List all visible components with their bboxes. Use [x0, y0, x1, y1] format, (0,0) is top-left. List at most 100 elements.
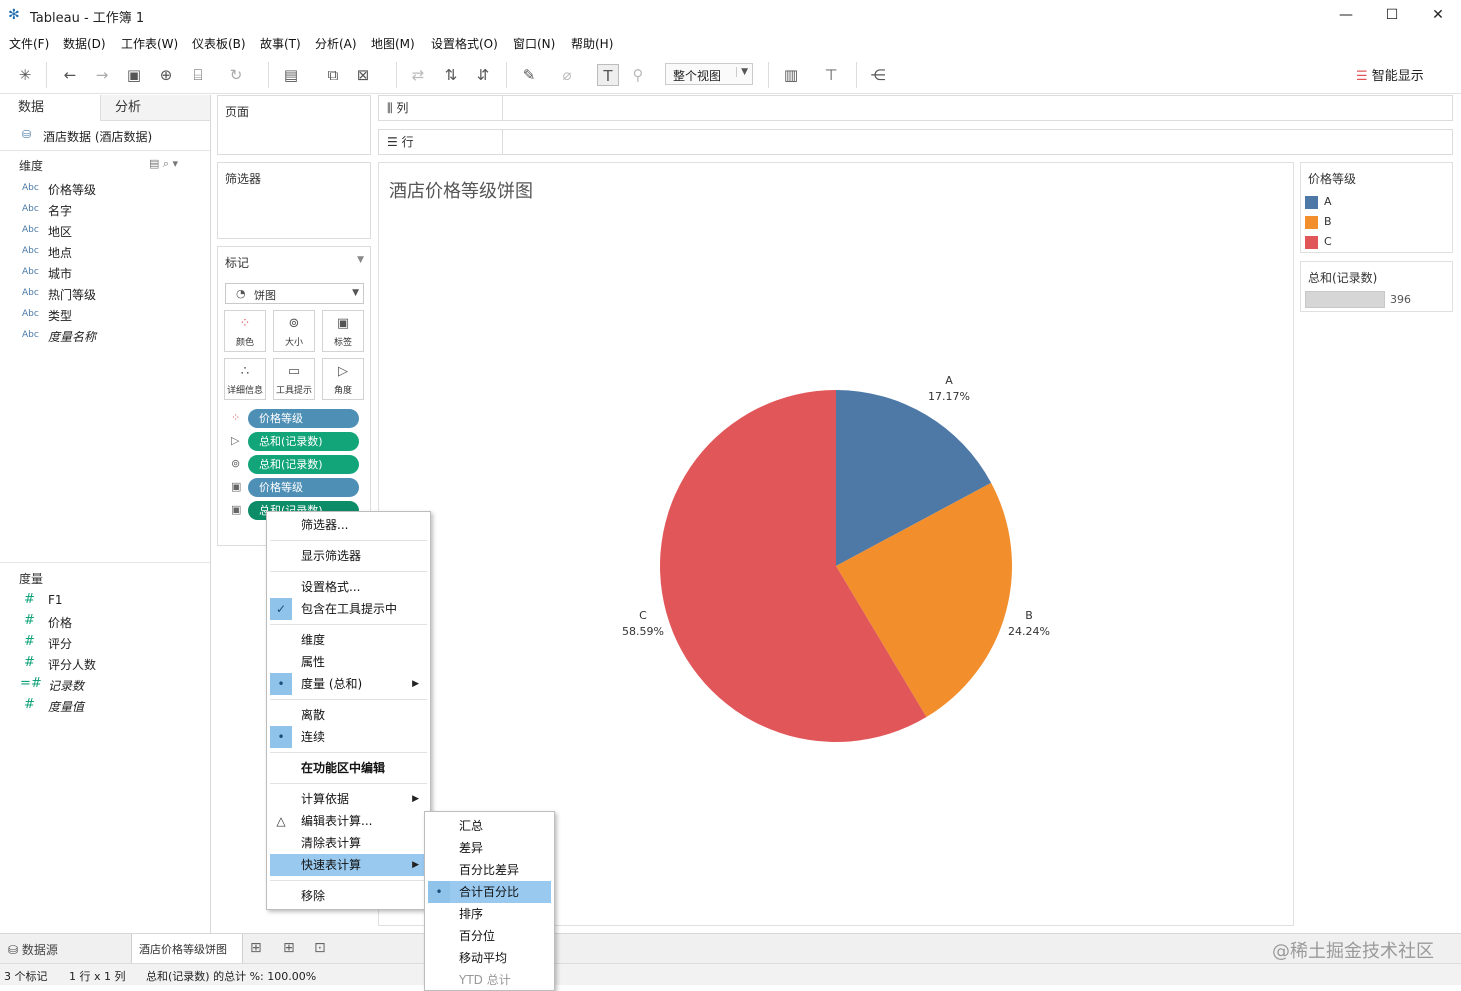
submenu-item[interactable]: 排序 — [428, 903, 551, 925]
menu-data[interactable]: 数据(D) — [63, 35, 106, 52]
menu-dashboard[interactable]: 仪表板(B) — [192, 35, 246, 52]
chevron-down-icon[interactable]: ▼ — [357, 255, 364, 265]
dimension-field[interactable]: Abc 名字 — [0, 199, 210, 220]
submenu-item[interactable]: • 合计百分比 — [428, 881, 551, 903]
redo-icon[interactable]: → — [91, 64, 113, 86]
filters-card[interactable]: 筛选器 — [217, 162, 371, 239]
dimension-field[interactable]: Abc 城市 — [0, 262, 210, 283]
marks-pill-row[interactable]: ⁘ 价格等级 — [228, 409, 364, 429]
measure-field[interactable]: # 评分 — [0, 632, 210, 653]
marks-pill-row[interactable]: ▷ 总和(记录数) — [228, 432, 364, 452]
measure-field[interactable]: =# 记录数 — [0, 674, 210, 695]
menu-format[interactable]: 设置格式(O) — [431, 35, 498, 52]
undo-icon[interactable]: ← — [59, 64, 81, 86]
dimension-field[interactable]: Abc 地点 — [0, 241, 210, 262]
menu-story[interactable]: 故事(T) — [260, 35, 301, 52]
duplicate-sheet-icon[interactable]: ⧉ — [322, 64, 344, 86]
swap-icon[interactable]: ⇄ — [407, 64, 429, 86]
pages-card[interactable]: 页面 — [217, 95, 371, 155]
new-story-icon[interactable]: ⊡ — [314, 940, 326, 956]
minimize-button[interactable]: — — [1323, 0, 1369, 30]
marks-pill-row[interactable]: ⊚ 总和(记录数) — [228, 455, 364, 475]
columns-shelf[interactable]: ⫼ 列 — [378, 95, 1453, 121]
dimension-field[interactable]: Abc 热门等级 — [0, 283, 210, 304]
fit-view-select[interactable]: 整个视图 ▼ — [665, 63, 753, 85]
context-menu-item[interactable]: 设置格式... — [270, 576, 427, 598]
new-worksheet-icon[interactable]: ⊞ — [250, 940, 262, 956]
context-menu-item[interactable]: 维度 — [270, 629, 427, 651]
marks-pill-row[interactable]: ▣ 价格等级 — [228, 478, 364, 498]
context-menu-item[interactable]: 筛选器... — [270, 514, 427, 536]
sort-asc-icon[interactable]: ⇅ — [440, 64, 462, 86]
mark-type-select[interactable]: ◔ 饼图 ▼ — [225, 283, 364, 304]
refresh-icon[interactable]: ↻ — [225, 64, 247, 86]
close-button[interactable]: ✕ — [1415, 0, 1461, 30]
pin-icon[interactable]: ⚲ — [627, 64, 649, 86]
label-button[interactable]: ▣ 标签 — [322, 310, 364, 352]
context-menu-item[interactable]: 离散 — [270, 704, 427, 726]
legend-item[interactable]: B — [1305, 214, 1445, 230]
datasource-name[interactable]: 酒店数据 (酒店数据) — [43, 128, 152, 145]
tab-data[interactable]: 数据 — [0, 95, 100, 121]
context-menu-item[interactable]: 在功能区中编辑 — [270, 757, 427, 779]
show-cards-icon[interactable]: ▥ — [780, 64, 802, 86]
submenu-item[interactable]: YTD 总计 — [428, 969, 551, 991]
view-toggle-icon[interactable]: ▤ ⌕ ▾ — [149, 157, 178, 171]
context-menu-item[interactable]: 计算依据 ▶ — [270, 788, 427, 810]
context-menu-item[interactable]: 清除表计算 — [270, 832, 427, 854]
submenu-item[interactable]: 百分位 — [428, 925, 551, 947]
new-worksheet-icon[interactable]: ▤ — [280, 64, 302, 86]
measure-field[interactable]: # F1 — [0, 590, 210, 611]
context-menu-item[interactable]: 快速表计算 ▶ — [270, 854, 427, 876]
maximize-button[interactable]: ☐ — [1369, 0, 1415, 30]
measure-pill[interactable]: 总和(记录数) — [248, 455, 359, 474]
menu-map[interactable]: 地图(M) — [371, 35, 415, 52]
context-menu-item[interactable]: 显示筛选器 — [270, 545, 427, 567]
menu-window[interactable]: 窗口(N) — [513, 35, 555, 52]
measure-field[interactable]: # 价格 — [0, 611, 210, 632]
detail-button[interactable]: ∴ 详细信息 — [224, 358, 266, 400]
submenu-item[interactable]: 汇总 — [428, 815, 551, 837]
show-labels-icon[interactable]: T — [597, 64, 619, 86]
context-menu-item[interactable]: △ 编辑表计算... — [270, 810, 427, 832]
datasource-tab[interactable]: ⛁ 数据源 — [8, 941, 58, 958]
menu-worksheet[interactable]: 工作表(W) — [121, 35, 178, 52]
context-menu-item[interactable]: 属性 — [270, 651, 427, 673]
context-menu-item[interactable]: 移除 — [270, 885, 427, 907]
dimension-field[interactable]: Abc 地区 — [0, 220, 210, 241]
context-menu-item[interactable]: • 连续 — [270, 726, 427, 748]
tooltip-button[interactable]: ▭ 工具提示 — [273, 358, 315, 400]
presentation-icon[interactable]: ⊤ — [820, 64, 842, 86]
sort-desc-icon[interactable]: ⇵ — [472, 64, 494, 86]
sheet-tab-active[interactable]: 酒店价格等级饼图 — [131, 934, 243, 963]
menu-file[interactable]: 文件(F) — [9, 35, 49, 52]
menu-help[interactable]: 帮助(H) — [571, 35, 613, 52]
highlight-icon[interactable]: ✎ — [518, 64, 540, 86]
new-datasource-icon[interactable]: ⊕ — [155, 64, 177, 86]
pause-updates-icon[interactable]: ⌸ — [187, 64, 209, 86]
new-dashboard-icon[interactable]: ⊞ — [283, 940, 295, 956]
measure-field[interactable]: # 评分人数 — [0, 653, 210, 674]
dimension-field[interactable]: Abc 度量名称 — [0, 325, 210, 346]
dimension-field[interactable]: Abc 类型 — [0, 304, 210, 325]
share-icon[interactable]: ⋲ — [867, 64, 889, 86]
context-menu-item[interactable]: ✓ 包含在工具提示中 — [270, 598, 427, 620]
size-button[interactable]: ⊚ 大小 — [273, 310, 315, 352]
measure-pill[interactable]: 总和(记录数) — [248, 432, 359, 451]
angle-button[interactable]: ▷ 角度 — [322, 358, 364, 400]
save-icon[interactable]: ▣ — [123, 64, 145, 86]
context-menu-item[interactable]: • 度量 (总和) ▶ — [270, 673, 427, 695]
submenu-item[interactable]: 百分比差异 — [428, 859, 551, 881]
menu-analysis[interactable]: 分析(A) — [315, 35, 357, 52]
submenu-item[interactable]: 差异 — [428, 837, 551, 859]
dimension-pill[interactable]: 价格等级 — [248, 409, 359, 428]
measure-field[interactable]: # 度量值 — [0, 695, 210, 716]
submenu-item[interactable]: 移动平均 — [428, 947, 551, 969]
dimension-pill[interactable]: 价格等级 — [248, 478, 359, 497]
tableau-home-icon[interactable]: ✳ — [14, 64, 36, 86]
rows-shelf[interactable]: ☰ 行 — [378, 129, 1453, 155]
color-button[interactable]: ⁘ 颜色 — [224, 310, 266, 352]
legend-item[interactable]: C — [1305, 234, 1445, 250]
legend-item[interactable]: A — [1305, 194, 1445, 210]
clear-sheet-icon[interactable]: ⊠ — [352, 64, 374, 86]
